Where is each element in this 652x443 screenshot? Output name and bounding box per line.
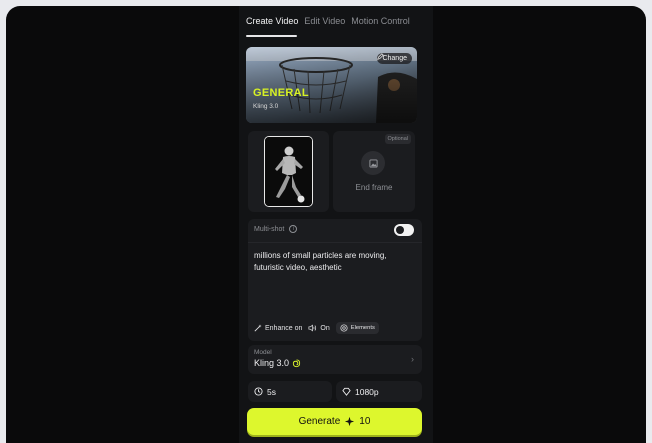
athlete-thumbnail-icon	[265, 137, 312, 206]
divider	[248, 242, 422, 243]
enhance-label: Enhance on	[265, 324, 303, 332]
chevron-right-icon: ›	[411, 354, 414, 364]
end-frame-label: End frame	[355, 183, 393, 192]
magic-wand-icon	[254, 324, 262, 332]
duration-selector[interactable]: 5s	[248, 381, 332, 402]
tab-create-video[interactable]: Create Video	[246, 16, 298, 26]
at-sign-icon	[340, 324, 348, 332]
toggle-knob	[396, 226, 404, 234]
edit-pencil-icon	[377, 53, 385, 60]
clock-icon	[254, 387, 263, 396]
start-frame-thumbnail[interactable]	[264, 136, 313, 207]
image-icon	[368, 158, 378, 168]
diamond-quality-icon	[342, 387, 351, 396]
preset-title: GENERAL	[253, 87, 309, 99]
generate-cost: 10	[359, 416, 371, 427]
prompt-options: Enhance on On Elements	[254, 322, 379, 334]
active-tab-indicator	[246, 35, 297, 37]
tab-edit-video[interactable]: Edit Video	[304, 16, 345, 26]
info-icon[interactable]: i	[289, 225, 298, 233]
multishot-label: Multi-shot	[254, 225, 285, 233]
audio-label: On	[320, 324, 330, 332]
create-video-panel: Create Video Edit Video Motion Control C…	[239, 6, 433, 443]
start-frame-slot[interactable]	[248, 131, 329, 212]
model-preset-banner[interactable]: Change GENERAL Kling 3.0	[246, 47, 417, 123]
speaker-icon	[308, 324, 317, 332]
generate-label: Generate	[298, 416, 341, 427]
model-name: Kling 3.0	[254, 358, 290, 368]
audio-toggle[interactable]: On	[308, 324, 330, 332]
resolution-value: 1080p	[355, 386, 379, 397]
enhance-toggle[interactable]: Enhance on	[254, 324, 302, 332]
change-label: Change	[382, 55, 407, 62]
kling-logo-icon	[292, 358, 301, 367]
end-frame-upload-button[interactable]	[361, 151, 385, 175]
change-button[interactable]: Change	[377, 53, 412, 64]
prompt-card: Multi-shot i millions of small particles…	[248, 219, 422, 341]
preset-subtitle: Kling 3.0	[253, 103, 279, 110]
model-selector[interactable]: Model Kling 3.0 ›	[248, 345, 422, 374]
optional-badge: Optional	[384, 134, 411, 144]
multishot-toggle[interactable]	[394, 224, 414, 236]
resolution-selector[interactable]: 1080p	[336, 381, 422, 402]
model-value-row: Kling 3.0	[254, 358, 301, 368]
elements-button[interactable]: Elements	[335, 322, 379, 334]
sparkle-credit-icon	[345, 416, 355, 427]
multishot-row: Multi-shot i	[254, 225, 298, 233]
elements-label: Elements	[350, 325, 375, 331]
app-window: Create Video Edit Video Motion Control C…	[6, 6, 646, 443]
model-label: Model	[254, 349, 272, 356]
end-frame-slot[interactable]: Optional End frame	[333, 131, 415, 212]
generate-button[interactable]: Generate 10	[247, 408, 422, 435]
tab-motion-control[interactable]: Motion Control	[351, 16, 410, 26]
duration-value: 5s	[267, 386, 276, 397]
tab-bar: Create Video Edit Video Motion Control	[246, 16, 410, 26]
prompt-textarea[interactable]: millions of small particles are moving, …	[254, 250, 416, 274]
